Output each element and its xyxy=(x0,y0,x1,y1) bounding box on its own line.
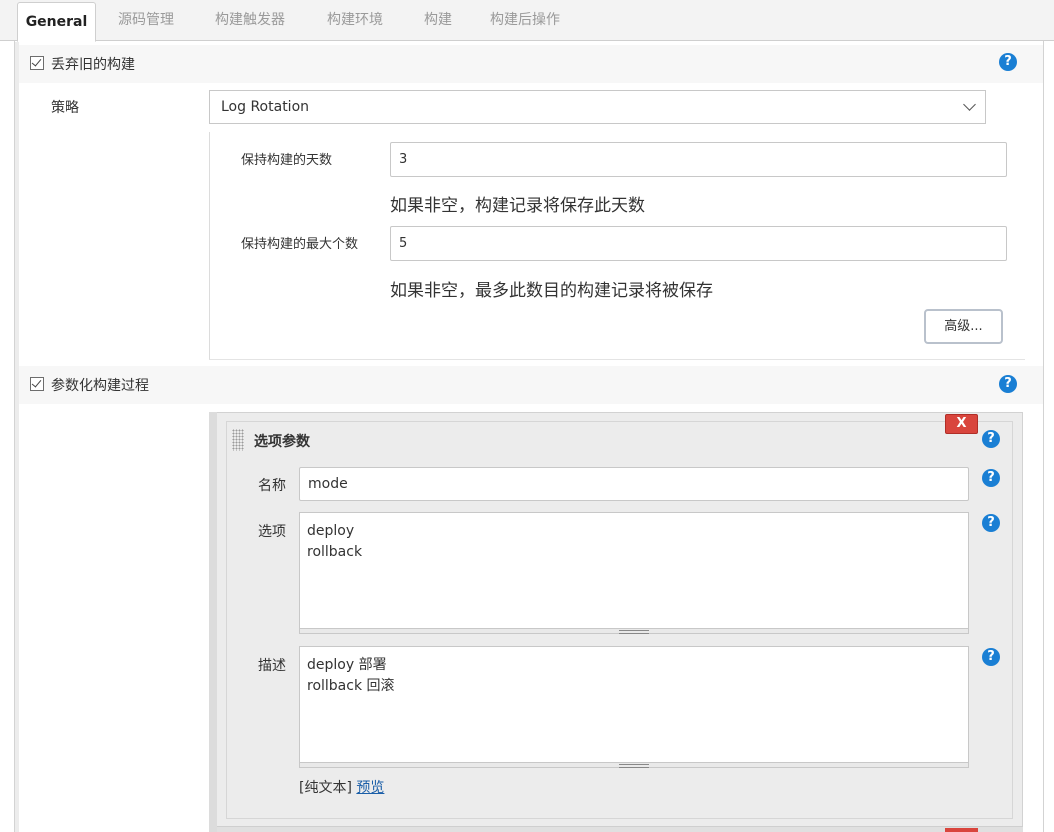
parameters-left-bar xyxy=(209,412,217,832)
delete-parameter-button[interactable]: X xyxy=(945,414,978,434)
parameterized-label: 参数化构建过程 xyxy=(51,378,149,394)
max-builds-hint: 如果非空，最多此数目的构建记录将被保存 xyxy=(390,281,713,301)
discard-old-checkbox[interactable] xyxy=(30,56,44,70)
strategy-label: 策略 xyxy=(51,100,79,116)
parameterized-checkbox[interactable] xyxy=(30,377,44,391)
choices-label: 选项 xyxy=(258,524,286,540)
discard-old-label: 丢弃旧的构建 xyxy=(51,57,135,73)
tab-build-triggers[interactable]: 构建触发器 xyxy=(215,0,285,41)
chevron-down-icon xyxy=(963,98,976,111)
days-to-keep-label: 保持构建的天数 xyxy=(241,153,333,168)
discard-old-help-icon[interactable]: ? xyxy=(999,53,1017,71)
next-delete-button-edge[interactable] xyxy=(945,828,978,832)
parameterized-help-icon[interactable]: ? xyxy=(999,375,1017,393)
drag-handle-icon[interactable] xyxy=(232,429,244,451)
days-to-keep-hint: 如果非空，构建记录将保存此天数 xyxy=(390,196,645,216)
tab-general[interactable]: General xyxy=(17,2,96,42)
name-label: 名称 xyxy=(258,478,286,494)
description-label: 描述 xyxy=(258,658,286,674)
tab-source-management[interactable]: 源码管理 xyxy=(118,0,174,41)
choices-textarea[interactable]: deploy rollback xyxy=(299,512,969,629)
description-textarea[interactable]: deploy 部署 rollback 回滚 xyxy=(299,646,969,763)
name-help-icon[interactable]: ? xyxy=(982,469,1000,487)
section-left-bar xyxy=(15,42,19,832)
description-help-icon[interactable]: ? xyxy=(982,648,1000,666)
description-format-row: [纯文本] 预览 xyxy=(299,777,384,797)
max-builds-label: 保持构建的最大个数 xyxy=(241,237,359,252)
plain-text-label: [纯文本] xyxy=(299,780,352,796)
days-to-keep-input[interactable]: 3 xyxy=(390,142,1007,177)
choice-parameter-help-icon[interactable]: ? xyxy=(982,430,1000,448)
tab-bar: General 源码管理 构建触发器 构建环境 构建 构建后操作 xyxy=(0,0,1054,42)
advanced-button[interactable]: 高级... xyxy=(924,309,1003,344)
preview-link[interactable]: 预览 xyxy=(356,780,384,796)
description-resize-grip-icon[interactable] xyxy=(299,762,969,768)
next-parameter-edge xyxy=(217,826,1023,832)
choices-resize-grip-icon[interactable] xyxy=(299,628,969,634)
parameterized-section-header xyxy=(19,366,1043,404)
max-builds-input[interactable]: 5 xyxy=(390,226,1007,261)
strategy-select-value: Log Rotation xyxy=(221,99,310,115)
parameter-name-input[interactable]: mode xyxy=(299,467,969,501)
choice-parameter-title: 选项参数 xyxy=(254,434,310,450)
strategy-select[interactable]: Log Rotation xyxy=(209,90,986,124)
tab-post-build-actions[interactable]: 构建后操作 xyxy=(490,0,560,41)
discard-old-section-header xyxy=(19,45,1043,83)
tab-build[interactable]: 构建 xyxy=(424,0,452,41)
tab-build-environment[interactable]: 构建环境 xyxy=(327,0,383,41)
choices-help-icon[interactable]: ? xyxy=(982,514,1000,532)
